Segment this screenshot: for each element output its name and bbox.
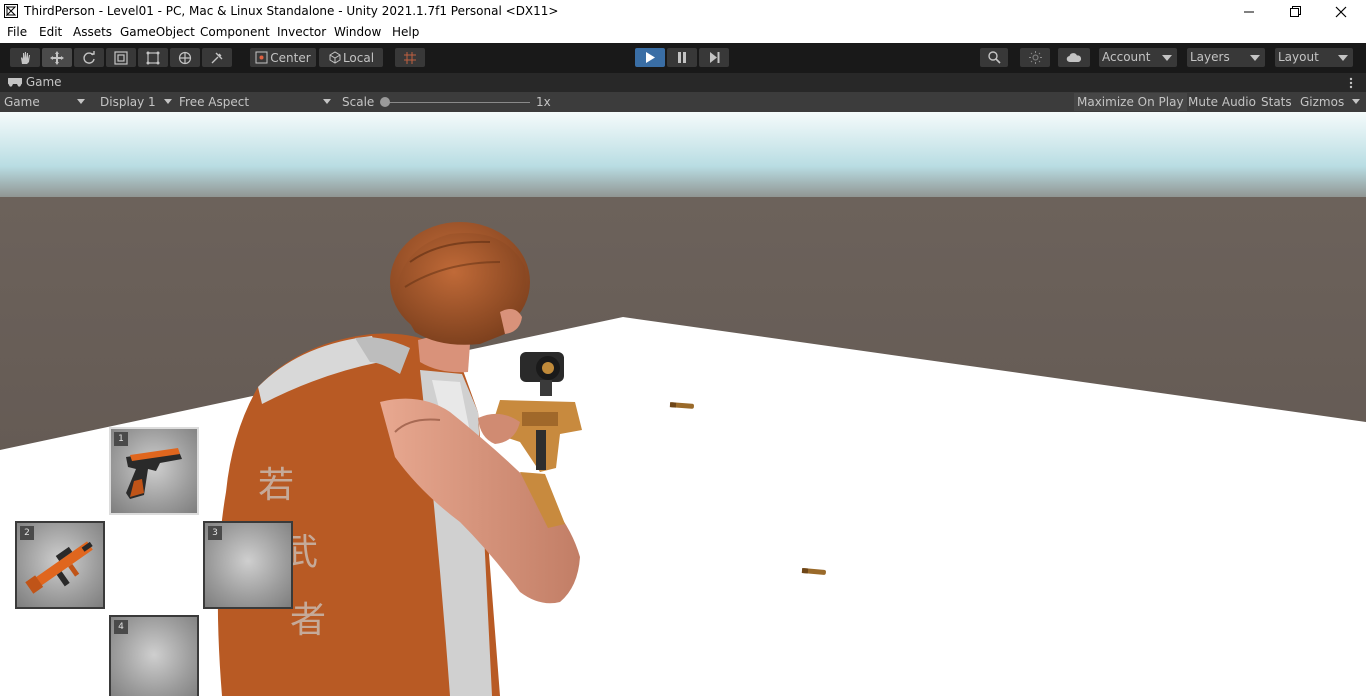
game-view-toolbar: Game Display 1 Free Aspect Scale 1x Maxi… <box>0 92 1366 112</box>
close-icon <box>1335 6 1347 17</box>
tab-game-label: Game <box>25 75 62 89</box>
layers-dropdown[interactable]: Layers <box>1187 48 1265 67</box>
menu-invector[interactable]: Invector <box>277 25 326 39</box>
restore-icon <box>1289 6 1301 17</box>
move-icon <box>50 50 64 65</box>
grid-snap-icon <box>404 51 416 64</box>
rect-transform-icon <box>146 51 160 64</box>
inventory-slot-2[interactable]: 2 <box>15 521 105 609</box>
menu-component[interactable]: Component <box>200 25 270 39</box>
chevron-down-icon <box>1162 55 1172 61</box>
aspect-dropdown[interactable]: Free Aspect <box>179 95 249 109</box>
inventory-slot-4[interactable]: 4 <box>109 615 199 696</box>
rect-tool-button[interactable] <box>138 48 168 67</box>
pivot-space-button[interactable]: Local <box>319 48 383 67</box>
tab-game[interactable]: Game <box>0 73 70 92</box>
search-button[interactable] <box>980 48 1008 67</box>
game-viewport[interactable]: 若 武 者 1 2 3 4 <box>0 112 1366 696</box>
main-toolbar: Center Local Account Layers Layout <box>0 43 1366 73</box>
display-dropdown[interactable]: Display 1 <box>100 95 156 109</box>
menu-help[interactable]: Help <box>392 25 419 39</box>
chevron-down-icon[interactable] <box>1352 99 1360 104</box>
pause-icon <box>678 52 686 63</box>
move-tool-button[interactable] <box>42 48 72 67</box>
maximize-on-play-toggle[interactable]: Maximize On Play <box>1074 93 1187 111</box>
slot-number: 4 <box>114 620 128 634</box>
local-space-icon <box>329 51 341 64</box>
play-icon <box>646 52 655 63</box>
collab-sun-icon <box>1028 51 1042 64</box>
pause-button[interactable] <box>667 48 697 67</box>
pivot-icon <box>255 51 268 64</box>
hand-icon <box>21 51 30 64</box>
gamepad-icon <box>6 77 24 87</box>
minimize-button[interactable] <box>1226 0 1272 23</box>
sky <box>0 112 1366 202</box>
scale-slider-thumb[interactable] <box>380 97 390 107</box>
restore-button[interactable] <box>1272 0 1318 23</box>
hand-tool-button[interactable] <box>10 48 40 67</box>
view-mode-dropdown[interactable]: Game <box>4 95 40 109</box>
kebab-menu-icon[interactable] <box>1349 77 1353 89</box>
cloud-icon <box>1066 53 1082 63</box>
scale-slider-track[interactable] <box>384 102 530 103</box>
window-title-bar: ThirdPerson - Level01 - PC, Mac & Linux … <box>0 0 1366 23</box>
account-dropdown[interactable]: Account <box>1099 48 1177 67</box>
assault-rifle-icon <box>25 541 93 594</box>
transform-tool-button[interactable] <box>170 48 200 67</box>
gizmos-toggle[interactable]: Gizmos <box>1297 93 1347 111</box>
rotate-tool-button[interactable] <box>74 48 104 67</box>
pistol-icon <box>126 448 182 499</box>
panel-tab-bar: Game <box>0 73 1366 92</box>
custom-tool-button[interactable] <box>202 48 232 67</box>
inventory-slot-3[interactable]: 3 <box>203 521 293 609</box>
chevron-down-icon <box>164 99 172 104</box>
cloud-button[interactable] <box>1058 48 1090 67</box>
transform-icon <box>178 51 192 64</box>
menu-assets[interactable]: Assets <box>73 25 112 39</box>
menu-bar: File Edit Assets GameObject Component In… <box>0 23 1366 43</box>
pivot-label: Center <box>270 50 311 65</box>
scale-tool-button[interactable] <box>106 48 136 67</box>
layout-dropdown[interactable]: Layout <box>1275 48 1353 67</box>
menu-edit[interactable]: Edit <box>39 25 62 39</box>
search-icon <box>987 51 1001 64</box>
wrench-icon <box>211 52 223 63</box>
layout-label: Layout <box>1278 50 1319 64</box>
chevron-down-icon <box>77 99 85 104</box>
scale-label: Scale <box>342 95 375 109</box>
shirt-text: 者 <box>290 600 326 641</box>
account-label: Account <box>1102 50 1151 64</box>
slot-number: 3 <box>208 526 222 540</box>
menu-window[interactable]: Window <box>334 25 381 39</box>
inventory-slot-1[interactable]: 1 <box>109 427 199 515</box>
chevron-down-icon <box>1338 55 1348 61</box>
window-title: ThirdPerson - Level01 - PC, Mac & Linux … <box>24 4 559 18</box>
menu-file[interactable]: File <box>7 25 27 39</box>
pivot-center-button[interactable]: Center <box>250 48 316 67</box>
step-icon <box>709 52 719 63</box>
grid-snap-button[interactable] <box>395 48 425 67</box>
mute-audio-toggle[interactable]: Mute Audio <box>1185 93 1259 111</box>
rotate-icon <box>83 50 95 64</box>
minimize-icon <box>1244 11 1254 12</box>
stats-toggle[interactable]: Stats <box>1258 93 1295 111</box>
scale-value: 1x <box>536 95 551 109</box>
collab-button[interactable] <box>1020 48 1050 67</box>
chevron-down-icon <box>323 99 331 104</box>
shirt-text: 若 <box>258 465 294 506</box>
layers-label: Layers <box>1190 50 1230 64</box>
step-button[interactable] <box>699 48 729 67</box>
scale-icon <box>114 50 128 65</box>
space-label: Local <box>342 50 375 65</box>
menu-gameobject[interactable]: GameObject <box>120 25 195 39</box>
close-button[interactable] <box>1318 0 1364 23</box>
play-button[interactable] <box>635 48 665 67</box>
unity-logo-icon <box>4 4 18 18</box>
chevron-down-icon <box>1250 55 1260 61</box>
